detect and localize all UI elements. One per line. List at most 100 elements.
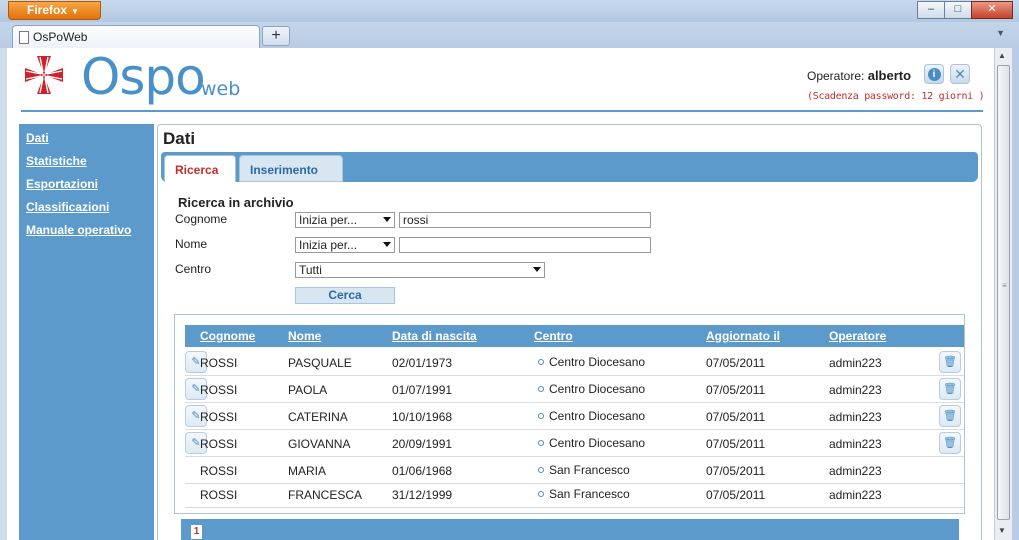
operator-label: Operatore: bbox=[807, 69, 865, 83]
tab-ricerca[interactable]: Ricerca bbox=[164, 155, 236, 182]
info-button[interactable]: i bbox=[924, 64, 944, 84]
col-cognome[interactable]: Cognome bbox=[200, 329, 255, 343]
page-number-current[interactable]: 1 bbox=[191, 525, 202, 539]
cell-data-nascita: 01/06/1968 bbox=[392, 464, 453, 478]
operator-name: alberto bbox=[867, 68, 912, 83]
password-expiry-note: (Scadenza password: 12 giorni ) bbox=[807, 91, 985, 102]
page-icon bbox=[19, 31, 29, 44]
centro-text: San Francesco bbox=[549, 463, 630, 477]
sidebar: Dati Statistiche Esportazioni Classifica… bbox=[19, 124, 154, 540]
scroll-down-icon[interactable]: ▼ bbox=[998, 526, 1006, 535]
tab-inserimento[interactable]: Inserimento bbox=[239, 155, 343, 182]
window-controls: – □ ✕ bbox=[917, 1, 1013, 19]
info-icon: i bbox=[927, 68, 941, 82]
browser-tab-title: OsPoWeb bbox=[33, 30, 88, 44]
table-row: ROSSI FRANCESCA 31/12/1999 San Francesco 07/… bbox=[185, 481, 964, 508]
circle-icon bbox=[538, 413, 544, 419]
table-row: ✎ ROSSI GIOVANNA 20/09/1991 Centro Diocesano… bbox=[185, 430, 964, 457]
table-row: ✎ ROSSI CATERINA 10/10/1968 Centro Diocesano… bbox=[185, 403, 964, 430]
cell-aggiornato: 07/05/2011 bbox=[706, 464, 766, 478]
search-button[interactable]: Cerca bbox=[295, 287, 395, 304]
trash-icon: 🗑 bbox=[943, 437, 957, 449]
cell-data-nascita: 02/01/1973 bbox=[392, 356, 453, 370]
table-row: ✎ ROSSI PASQUALE 02/01/1973 Centro Diocesano… bbox=[185, 349, 964, 376]
circle-icon bbox=[538, 359, 544, 365]
chevron-down-icon: ▼ bbox=[71, 7, 79, 16]
logo-subtext: web bbox=[201, 78, 241, 100]
caritas-cross-icon bbox=[25, 56, 63, 94]
page-title: Dati bbox=[163, 129, 196, 148]
centro-label: Centro bbox=[175, 262, 212, 276]
window-frame-right bbox=[1012, 48, 1019, 540]
cell-operatore: admin223 bbox=[829, 383, 882, 397]
sidebar-item-classificazioni[interactable]: Classificazioni bbox=[26, 200, 154, 214]
circle-icon bbox=[538, 386, 544, 392]
cell-centro: Centro Diocesano bbox=[538, 436, 645, 450]
cognome-label: Cognome bbox=[175, 212, 228, 226]
cell-centro: Centro Diocesano bbox=[538, 409, 645, 423]
cell-nome: CATERINA bbox=[288, 410, 348, 424]
delete-button[interactable]: 🗑 bbox=[939, 351, 961, 373]
cognome-input[interactable]: rossi bbox=[399, 212, 651, 228]
cell-aggiornato: 07/05/2011 bbox=[706, 488, 766, 502]
delete-button[interactable]: 🗑 bbox=[939, 432, 961, 454]
sidebar-item-statistiche[interactable]: Statistiche bbox=[26, 154, 154, 168]
delete-button[interactable]: 🗑 bbox=[939, 378, 961, 400]
delete-button[interactable]: 🗑 bbox=[939, 405, 961, 427]
sidebar-item-manuale[interactable]: Manuale operativo bbox=[26, 223, 154, 237]
circle-icon bbox=[538, 440, 544, 446]
scrollbar-thumb[interactable]: ≡ bbox=[997, 65, 1010, 520]
centro-select[interactable]: Tutti bbox=[295, 262, 545, 278]
new-tab-button[interactable]: + bbox=[262, 26, 290, 46]
col-centro[interactable]: Centro bbox=[534, 329, 573, 343]
col-aggiornato[interactable]: Aggiornato il bbox=[706, 329, 780, 343]
cell-cognome: ROSSI bbox=[200, 464, 238, 478]
logo-text: Ospo bbox=[81, 48, 206, 106]
nome-input[interactable] bbox=[399, 237, 651, 253]
col-nome[interactable]: Nome bbox=[288, 329, 321, 343]
col-operatore[interactable]: Operatore bbox=[829, 329, 886, 343]
cell-aggiornato: 07/05/2011 bbox=[706, 356, 766, 370]
sidebar-item-dati[interactable]: Dati bbox=[26, 131, 154, 145]
browser-tab[interactable]: OsPoWeb bbox=[12, 25, 260, 48]
firefox-menu-button[interactable]: Firefox ▼ bbox=[8, 1, 101, 20]
results-grid: Cognome Nome Data di nascita Centro Aggi… bbox=[174, 314, 965, 514]
cell-nome: FRANCESCA bbox=[288, 488, 363, 502]
centro-text: Centro Diocesano bbox=[549, 409, 646, 423]
cell-nome: PASQUALE bbox=[288, 356, 352, 370]
close-window-button[interactable]: ✕ bbox=[971, 1, 1013, 19]
cell-centro: San Francesco bbox=[538, 487, 630, 501]
cell-operatore: admin223 bbox=[829, 437, 882, 451]
centro-text: San Francesco bbox=[549, 487, 630, 501]
trash-icon: 🗑 bbox=[943, 356, 957, 368]
cognome-mode-select[interactable]: Inizia per... bbox=[295, 212, 395, 228]
nome-mode-select[interactable]: Inizia per... bbox=[295, 237, 395, 253]
close-icon: ✕ bbox=[954, 66, 966, 83]
cell-aggiornato: 07/05/2011 bbox=[706, 437, 766, 451]
cell-cognome: ROSSI bbox=[200, 488, 238, 502]
cell-aggiornato: 07/05/2011 bbox=[706, 410, 766, 424]
sidebar-item-esportazioni[interactable]: Esportazioni bbox=[26, 177, 154, 191]
browser-titlebar: Firefox ▼ – □ ✕ bbox=[0, 0, 1019, 22]
vertical-scrollbar[interactable]: ▲ ≡ ▼ bbox=[994, 48, 1012, 540]
cell-nome: GIOVANNA bbox=[288, 437, 351, 451]
page-header: Ospo web Operatore: alberto i ✕ (Scadenz… bbox=[7, 48, 994, 112]
cell-nome: MARIA bbox=[288, 464, 327, 478]
tab-list-icon[interactable]: ▼ bbox=[996, 28, 1005, 38]
cell-data-nascita: 20/09/1991 bbox=[392, 437, 453, 451]
circle-icon bbox=[538, 467, 544, 473]
tab-strip: Ricerca Inserimento bbox=[161, 152, 978, 182]
maximize-button[interactable]: □ bbox=[944, 1, 972, 19]
logout-button[interactable]: ✕ bbox=[950, 64, 970, 84]
cell-cognome: ROSSI bbox=[200, 410, 238, 424]
chevron-down-icon bbox=[383, 217, 391, 222]
col-data-nascita[interactable]: Data di nascita bbox=[392, 329, 477, 343]
nome-mode-value: Inizia per... bbox=[299, 238, 358, 252]
cell-aggiornato: 07/05/2011 bbox=[706, 383, 766, 397]
scroll-up-icon[interactable]: ▲ bbox=[998, 51, 1006, 60]
trash-icon: 🗑 bbox=[943, 410, 957, 422]
cell-centro: San Francesco bbox=[538, 463, 630, 477]
operator-info: Operatore: alberto bbox=[807, 68, 911, 83]
circle-icon bbox=[538, 491, 544, 497]
minimize-button[interactable]: – bbox=[917, 1, 945, 19]
